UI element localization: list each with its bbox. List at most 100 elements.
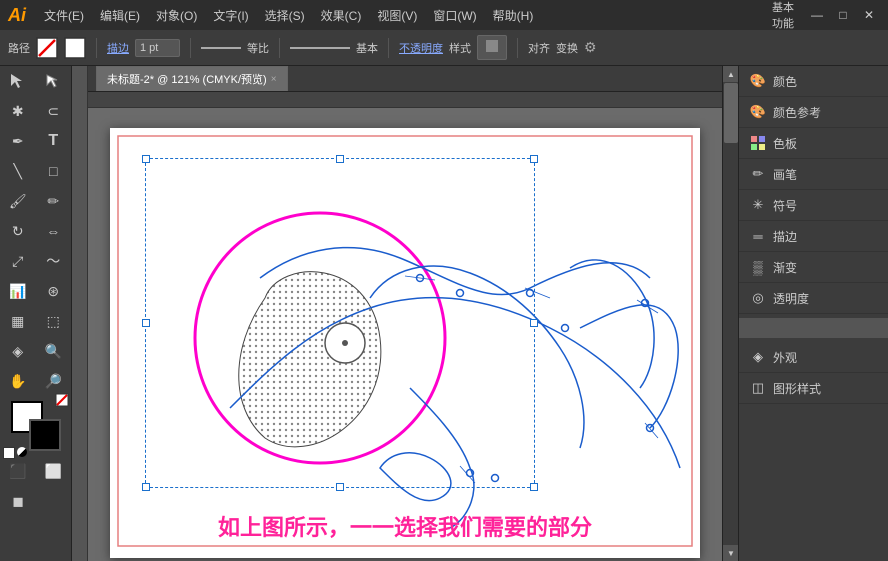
scroll-down-btn[interactable]: ▼: [723, 545, 739, 561]
reset-colors-btn[interactable]: [3, 447, 15, 459]
column-graph-tool[interactable]: ▦: [0, 306, 36, 336]
opacity-label[interactable]: 不透明度: [399, 40, 443, 56]
tool-row-3: ✒ T: [0, 126, 71, 156]
menu-object[interactable]: 对象(O): [150, 5, 203, 26]
tab-bar: 未标题-2* @ 121% (CMYK/预览) ×: [88, 66, 722, 92]
settings-icon[interactable]: ⚙: [584, 39, 597, 56]
tool-row-8: 📊 ⊛: [0, 276, 71, 306]
scroll-thumb[interactable]: [724, 83, 738, 143]
document-tab[interactable]: 未标题-2* @ 121% (CMYK/预览) ×: [96, 66, 288, 91]
shape-tool[interactable]: □: [36, 156, 72, 186]
panel-stroke-label: 描边: [773, 228, 797, 245]
extra-btn3[interactable]: ◼: [0, 486, 36, 516]
rotate-tool[interactable]: ↻: [0, 216, 36, 246]
mirror-tool[interactable]: ⇔: [36, 216, 72, 246]
scroll-track[interactable]: [723, 82, 738, 545]
none-indicator[interactable]: [55, 393, 69, 407]
stroke-label[interactable]: 描边: [107, 40, 129, 56]
panel-appearance[interactable]: ◈ 外观: [739, 342, 888, 373]
panel-gradient-label: 渐变: [773, 259, 797, 276]
menu-help[interactable]: 帮助(H): [487, 5, 540, 26]
panel-stroke[interactable]: ═ 描边: [739, 221, 888, 252]
style-btn[interactable]: [477, 35, 507, 60]
panel-color-ref-label: 颜色参考: [773, 104, 821, 121]
warp-tool[interactable]: 〜: [36, 246, 72, 276]
menu-file[interactable]: 文件(E): [38, 5, 90, 26]
graph-tool[interactable]: 📊: [0, 276, 36, 306]
extra-btn1[interactable]: ⬛: [0, 456, 36, 486]
maximize-button[interactable]: □: [832, 4, 854, 26]
pen-tool[interactable]: ✒: [0, 126, 36, 156]
appearance-icon: ◈: [749, 348, 767, 366]
main-layout: ✱ ⊂ ✒ T ╲ □ 🖌 ✏ ↻ ⇔ ⤢ 〜 📊 ⊛ ▦ ⬚: [0, 66, 888, 561]
color-swatch[interactable]: [11, 401, 61, 451]
ruler-left: [72, 66, 88, 561]
blend-tool[interactable]: ◈: [0, 336, 36, 366]
minimize-button[interactable]: —: [806, 4, 828, 26]
symbol-tool[interactable]: ⊛: [36, 276, 72, 306]
transform-label: 变换: [556, 40, 578, 56]
background-color[interactable]: [29, 419, 61, 451]
line-tool[interactable]: ╲: [0, 156, 36, 186]
menu-text[interactable]: 文字(I): [207, 5, 254, 26]
lasso-tool[interactable]: ⊂: [36, 96, 72, 126]
panel-symbol[interactable]: ✳ 符号: [739, 190, 888, 221]
stroke-width-input[interactable]: [135, 39, 180, 57]
paintbrush-tool[interactable]: 🖌: [0, 186, 36, 216]
align-label: 对齐: [528, 40, 550, 56]
selection-tool[interactable]: [0, 66, 36, 96]
caption-label: 如上图所示，一一选择我们需要的部分: [218, 515, 592, 540]
menu-select[interactable]: 选择(S): [259, 5, 311, 26]
fill-indicator[interactable]: [64, 37, 86, 59]
menu-edit[interactable]: 编辑(E): [94, 5, 146, 26]
panel-gradient[interactable]: ▒ 渐变: [739, 252, 888, 283]
panel-symbol-label: 符号: [773, 197, 797, 214]
menu-window[interactable]: 窗口(W): [427, 5, 482, 26]
panel-transparency[interactable]: ◎ 透明度: [739, 283, 888, 314]
magic-wand-tool[interactable]: ✱: [0, 96, 36, 126]
zoom-tool[interactable]: 🔎: [36, 366, 72, 396]
close-button[interactable]: ✕: [858, 4, 880, 26]
panel-color[interactable]: 🎨 颜色: [739, 66, 888, 97]
menu-view[interactable]: 视图(V): [371, 5, 423, 26]
panel-swatches[interactable]: 色板: [739, 128, 888, 159]
canvas-area: 未标题-2* @ 121% (CMYK/预览) ×: [88, 66, 722, 561]
workspace-selector[interactable]: 基本功能: [772, 4, 794, 26]
transparency-icon: ◎: [749, 289, 767, 307]
extra-btn2[interactable]: ⬜: [36, 456, 72, 486]
panel-color-reference[interactable]: 🎨 颜色参考: [739, 97, 888, 128]
hand-tool[interactable]: ✋: [0, 366, 36, 396]
pencil-tool[interactable]: ✏: [36, 186, 72, 216]
tab-close-btn[interactable]: ×: [271, 74, 277, 85]
color-ref-icon: 🎨: [749, 103, 767, 121]
tab-title: 未标题-2* @ 121% (CMYK/预览): [107, 71, 267, 87]
menu-effect[interactable]: 效果(C): [315, 5, 368, 26]
menu-bar: 文件(E) 编辑(E) 对象(O) 文字(I) 选择(S) 效果(C) 视图(V…: [38, 5, 539, 26]
panel-brush[interactable]: ✏ 画笔: [739, 159, 888, 190]
eyedropper-tool[interactable]: 🔍: [36, 336, 72, 366]
dash-style[interactable]: [201, 47, 241, 49]
swap-colors-btn[interactable]: [17, 447, 27, 457]
tool-row-4: ╲ □: [0, 156, 71, 186]
scroll-up-btn[interactable]: ▲: [723, 66, 739, 82]
type-tool[interactable]: T: [36, 126, 72, 156]
direct-selection-tool[interactable]: [36, 66, 72, 96]
tool-row-10: ◈ 🔍: [0, 336, 71, 366]
horizontal-ruler: [88, 92, 722, 108]
panel-graphic-styles[interactable]: ◫ 图形样式: [739, 373, 888, 404]
panel-graphic-styles-label: 图形样式: [773, 380, 821, 397]
stroke-color-indicator[interactable]: [36, 37, 58, 59]
panel-swatches-label: 色板: [773, 135, 797, 152]
swatches-icon: [749, 134, 767, 152]
scale-tool[interactable]: ⤢: [0, 246, 36, 276]
graphic-styles-icon: ◫: [749, 379, 767, 397]
color-box: [0, 396, 72, 456]
artboard-tool[interactable]: ⬚: [36, 306, 72, 336]
right-panel: 🎨 颜色 🎨 颜色参考 色板 ✏ 画笔 ✳ 符号 ═ 描边 ▒ 渐变: [738, 66, 888, 561]
left-toolbar: ✱ ⊂ ✒ T ╲ □ 🖌 ✏ ↻ ⇔ ⤢ 〜 📊 ⊛ ▦ ⬚: [0, 66, 72, 561]
panel-separator: [739, 318, 888, 338]
style-label: 样式: [449, 40, 471, 56]
dash-style2[interactable]: [290, 47, 350, 49]
tool-row-extra2: ◼: [0, 486, 71, 516]
canvas-wrapper[interactable]: 如上图所示，一一选择我们需要的部分: [88, 108, 722, 561]
